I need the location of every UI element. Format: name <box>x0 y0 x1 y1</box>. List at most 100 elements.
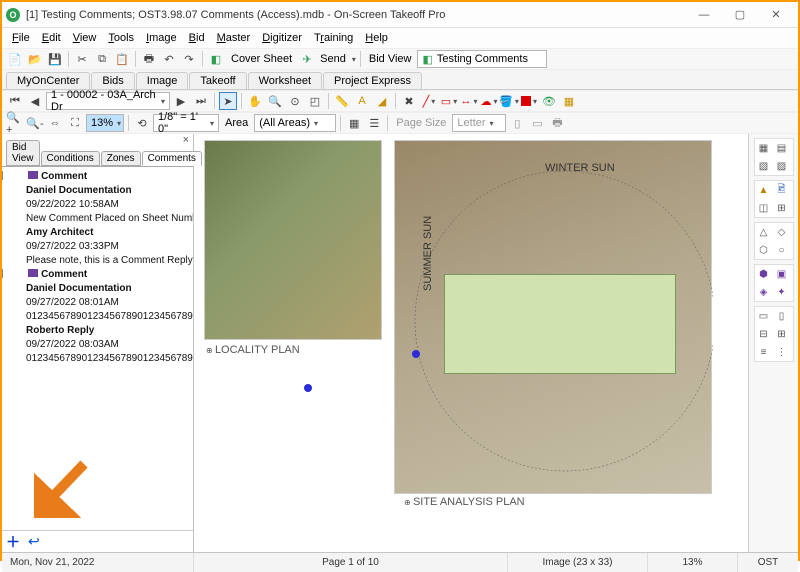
pagesize-dropdown[interactable]: Letter▾ <box>452 114 506 132</box>
next-page-icon[interactable]: ▶ <box>172 92 190 110</box>
rt-tool-1[interactable]: ▦ <box>755 139 773 157</box>
reply-button[interactable]: ↩ <box>28 533 40 550</box>
rt-tool-13[interactable]: ⬢ <box>755 265 773 283</box>
dim-red-icon[interactable]: ↔ <box>460 92 478 110</box>
menu-tools[interactable]: Tools <box>102 30 140 46</box>
send-dropdown[interactable] <box>350 53 356 65</box>
bucket-icon[interactable]: 🪣 <box>500 92 518 110</box>
menu-view[interactable]: View <box>67 30 103 46</box>
collapse-icon[interactable]: − <box>2 171 3 180</box>
drawing-canvas[interactable]: ⊕ LOCALITY PLAN WINTER SUN SUMMER SUN ⊕ … <box>194 134 748 552</box>
layers-icon[interactable]: ☰ <box>365 114 383 132</box>
landscape-icon[interactable]: ▭ <box>528 114 546 132</box>
zoom-fit-icon[interactable]: ⛶ <box>66 114 84 132</box>
rt-tool-16[interactable]: ✦ <box>773 283 791 301</box>
color-picker[interactable] <box>520 92 538 110</box>
menu-file[interactable]: File <box>6 30 36 46</box>
rt-tool-22[interactable]: ⋮ <box>773 343 791 361</box>
menu-bid[interactable]: Bid <box>183 30 211 46</box>
rt-tool-12[interactable]: ○ <box>773 241 791 259</box>
rt-tool-21[interactable]: ≡ <box>755 343 773 361</box>
last-page-icon[interactable]: ⏭ <box>192 92 210 110</box>
scale-dropdown[interactable]: 1/8" = 1' 0"▾ <box>153 114 219 132</box>
menu-digitizer[interactable]: Digitizer <box>256 30 308 46</box>
sheet-dropdown[interactable]: 1 - 00002 - 03A_Arch Dr▾ <box>46 92 170 110</box>
new-icon[interactable]: 📄 <box>6 50 24 68</box>
copy-icon[interactable]: ⧉ <box>93 50 111 68</box>
tab-comments[interactable]: Comments <box>142 151 202 166</box>
minimize-button[interactable]: — <box>686 2 722 27</box>
tab-worksheet[interactable]: Worksheet <box>248 72 322 89</box>
rotate-icon[interactable]: ⟲ <box>133 114 151 132</box>
bidview-label[interactable]: Bid View <box>365 53 416 65</box>
rt-tool-18[interactable]: ▯ <box>773 307 791 325</box>
maximize-button[interactable]: ▢ <box>722 2 758 27</box>
menu-edit[interactable]: Edit <box>36 30 67 46</box>
send-icon[interactable]: ✈ <box>298 50 316 68</box>
collapse-icon[interactable]: − <box>2 269 3 278</box>
print2-icon[interactable]: 🖶 <box>548 114 566 132</box>
line-red-icon[interactable]: ╱ <box>420 92 438 110</box>
menu-help[interactable]: Help <box>359 30 394 46</box>
tab-bidview[interactable]: Bid View <box>6 140 40 166</box>
zoom-out-icon[interactable]: 🔍- <box>26 114 44 132</box>
text-icon[interactable]: A <box>353 92 371 110</box>
coversheet-label[interactable]: Cover Sheet <box>227 53 296 65</box>
first-page-icon[interactable]: ⏮ <box>6 92 24 110</box>
shape-red-icon[interactable]: ▭ <box>440 92 458 110</box>
rt-tool-14[interactable]: ▣ <box>773 265 791 283</box>
sidebar-close-icon[interactable]: × <box>183 134 189 148</box>
highlight-icon[interactable]: ◢ <box>373 92 391 110</box>
menu-training[interactable]: Training <box>308 30 359 46</box>
zoom-lasso-icon[interactable]: ⊙ <box>286 92 304 110</box>
eraser-icon[interactable]: ✖ <box>400 92 418 110</box>
eye-icon[interactable]: 👁 <box>540 92 558 110</box>
grid-icon[interactable]: ▦ <box>345 114 363 132</box>
rt-tool-20[interactable]: ⊞ <box>773 325 791 343</box>
prev-page-icon[interactable]: ◀ <box>26 92 44 110</box>
rt-tool-6[interactable]: 🖻 <box>773 181 791 199</box>
rt-tool-5[interactable]: ▲ <box>755 181 773 199</box>
zoom-rect-icon[interactable]: ◰ <box>306 92 324 110</box>
rt-tool-11[interactable]: ⬡ <box>755 241 773 259</box>
pan-icon[interactable]: ✋ <box>246 92 264 110</box>
redo-icon[interactable]: ↷ <box>180 50 198 68</box>
comment-marker[interactable] <box>304 384 312 392</box>
tab-myoncenter[interactable]: MyOnCenter <box>6 72 90 89</box>
tab-zones[interactable]: Zones <box>101 151 141 166</box>
pointer-icon[interactable]: ➤ <box>219 92 237 110</box>
send-label[interactable]: Send <box>318 53 348 65</box>
menu-image[interactable]: Image <box>140 30 183 46</box>
rt-tool-15[interactable]: ◈ <box>755 283 773 301</box>
rt-tool-17[interactable]: ▭ <box>755 307 773 325</box>
area-dropdown[interactable]: (All Areas)▾ <box>254 114 336 132</box>
save-icon[interactable]: 💾 <box>46 50 64 68</box>
menu-master[interactable]: Master <box>211 30 257 46</box>
cloud-red-icon[interactable]: ☁ <box>480 92 498 110</box>
rt-tool-3[interactable]: ▧ <box>755 157 773 175</box>
tab-bids[interactable]: Bids <box>91 72 134 89</box>
zoom-fitw-icon[interactable]: ⇔ <box>46 114 64 132</box>
measure-icon[interactable]: 📏 <box>333 92 351 110</box>
rt-tool-10[interactable]: ◇ <box>773 223 791 241</box>
open-icon[interactable]: 📂 <box>26 50 44 68</box>
tab-projectexpress[interactable]: Project Express <box>323 72 422 89</box>
add-comment-button[interactable]: ＋ <box>6 532 20 552</box>
close-button[interactable]: ✕ <box>758 2 794 27</box>
zoom-window-icon[interactable]: 🔍 <box>266 92 284 110</box>
comment-marker[interactable] <box>412 350 420 358</box>
undo-icon[interactable]: ↶ <box>160 50 178 68</box>
zoom-in-icon[interactable]: 🔍+ <box>6 114 24 132</box>
zoom-dropdown[interactable]: 13%▾ <box>86 114 124 132</box>
rt-tool-4[interactable]: ▨ <box>773 157 791 175</box>
rt-tool-2[interactable]: ▤ <box>773 139 791 157</box>
print-icon[interactable]: 🖶 <box>140 50 158 68</box>
tab-takeoff[interactable]: Takeoff <box>189 72 246 89</box>
rt-tool-19[interactable]: ⊟ <box>755 325 773 343</box>
portrait-icon[interactable]: ▯ <box>508 114 526 132</box>
tab-image[interactable]: Image <box>136 72 189 89</box>
rt-tool-9[interactable]: △ <box>755 223 773 241</box>
note-icon[interactable]: ▦ <box>560 92 578 110</box>
tab-conditions[interactable]: Conditions <box>41 151 100 166</box>
rt-tool-7[interactable]: ◫ <box>755 199 773 217</box>
